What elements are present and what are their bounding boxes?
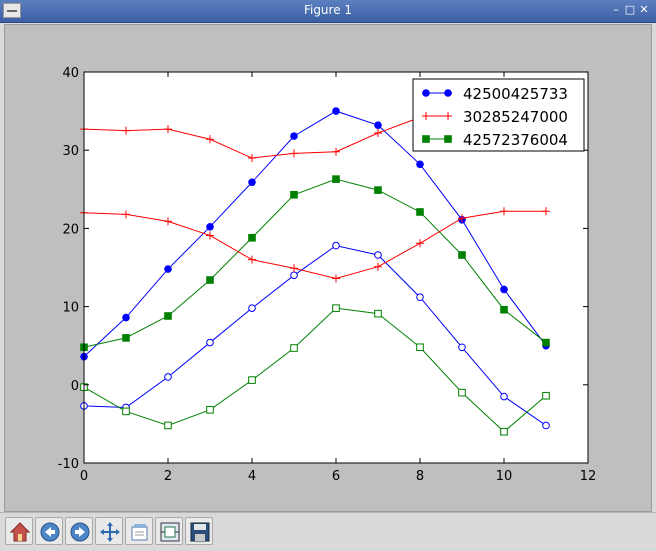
series-0-point <box>164 265 172 273</box>
minimize-icon[interactable]: – <box>609 3 623 17</box>
series-5-point <box>206 406 214 414</box>
series-2-point <box>416 208 424 216</box>
maximize-icon[interactable]: □ <box>623 3 637 17</box>
series-5-point <box>500 427 508 436</box>
series-3-point <box>248 304 256 312</box>
navigation-toolbar <box>0 512 656 551</box>
series-5-point <box>332 304 340 312</box>
series-2-point <box>374 186 382 194</box>
legend-marker <box>422 89 430 97</box>
x-tick-label: 0 <box>80 469 88 484</box>
series-2-point <box>206 276 214 284</box>
back-button[interactable] <box>35 517 63 545</box>
series-2-point <box>164 312 172 320</box>
pan-arrows-icon <box>100 522 120 542</box>
forward-button[interactable] <box>65 517 93 545</box>
series-5-point <box>458 388 466 397</box>
series-0-point <box>248 178 256 187</box>
series-2-point <box>458 251 466 259</box>
series-0-point <box>500 285 508 294</box>
series-3-point <box>332 241 340 250</box>
series-5-point <box>542 391 550 400</box>
series-2-point <box>290 190 298 199</box>
y-tick-label: 30 <box>62 144 79 159</box>
title-bar: Figure 1 – □ ✕ <box>0 0 656 23</box>
series-3-point <box>458 343 466 352</box>
forward-arrow-icon <box>70 522 90 542</box>
window-title: Figure 1 <box>303 3 353 17</box>
x-tick-label: 6 <box>332 469 340 484</box>
series-3-point <box>206 338 214 347</box>
x-tick-label: 8 <box>416 469 424 484</box>
series-3-point <box>500 392 508 401</box>
series-3-point <box>290 271 298 280</box>
series-0-point <box>374 121 382 129</box>
chart-svg: 0 2 4 6 8 10 12-10010203040 425004257333028524… <box>58 66 597 484</box>
series-2-point <box>122 334 130 342</box>
zoom-rect-icon <box>131 524 148 541</box>
legend-label: 42500425733 <box>463 85 568 103</box>
y-tick-label: 20 <box>62 222 79 237</box>
save-button[interactable] <box>185 517 213 545</box>
y-tick-label: 0 <box>71 379 79 394</box>
series-3-point <box>374 251 382 259</box>
series-5-point <box>290 344 298 352</box>
series-5-point <box>416 343 424 352</box>
x-tick-label: 12 <box>580 469 597 484</box>
series-0-point <box>122 313 130 322</box>
y-tick-label: -10 <box>58 457 79 472</box>
configure-subplots-button[interactable] <box>155 517 183 545</box>
legend: 42500425733 30285247000 42572376004 <box>412 78 585 152</box>
series-2-point <box>500 305 508 314</box>
x-tick-label: 2 <box>164 469 172 484</box>
legend-marker <box>444 89 452 97</box>
close-icon[interactable]: ✕ <box>637 3 651 17</box>
series-2-point <box>332 175 340 183</box>
legend-marker <box>444 135 452 143</box>
figure-canvas[interactable]: 0 2 4 6 8 10 12 -10 0 10 20 30 40 42500425733 3028524… <box>4 24 652 512</box>
home-icon <box>9 522 31 542</box>
y-tick-label: 40 <box>62 66 79 81</box>
series-0-point <box>290 132 298 140</box>
zoom-button[interactable] <box>125 517 153 545</box>
floppy-disk-icon <box>190 522 210 542</box>
legend-label: 42572376004 <box>463 131 568 149</box>
series-5-point <box>248 376 256 384</box>
series-5-point <box>164 421 172 430</box>
back-arrow-icon <box>40 522 60 542</box>
series-5-point <box>122 407 130 416</box>
pan-button[interactable] <box>95 517 123 545</box>
series-2-point <box>542 338 550 347</box>
series-0-point <box>206 223 214 231</box>
series-0-point <box>416 160 424 169</box>
series-3-point <box>416 293 424 302</box>
series-3-point <box>542 421 550 430</box>
series-3-point <box>164 373 172 381</box>
series-0-point <box>332 107 340 115</box>
figure-window: Figure 1 – □ ✕ 0 2 4 6 8 10 12 -10 0 10 20 30 40 425… <box>0 0 656 551</box>
series-2-point <box>248 233 256 242</box>
subplots-icon <box>160 522 180 542</box>
home-button[interactable] <box>5 517 33 545</box>
legend-label: 30285247000 <box>463 108 568 126</box>
legend-marker <box>422 135 430 143</box>
series-5-point <box>374 309 382 318</box>
x-tick-label: 10 <box>496 469 513 484</box>
x-tick-label: 4 <box>248 469 256 484</box>
y-tick-label: 10 <box>62 301 79 316</box>
